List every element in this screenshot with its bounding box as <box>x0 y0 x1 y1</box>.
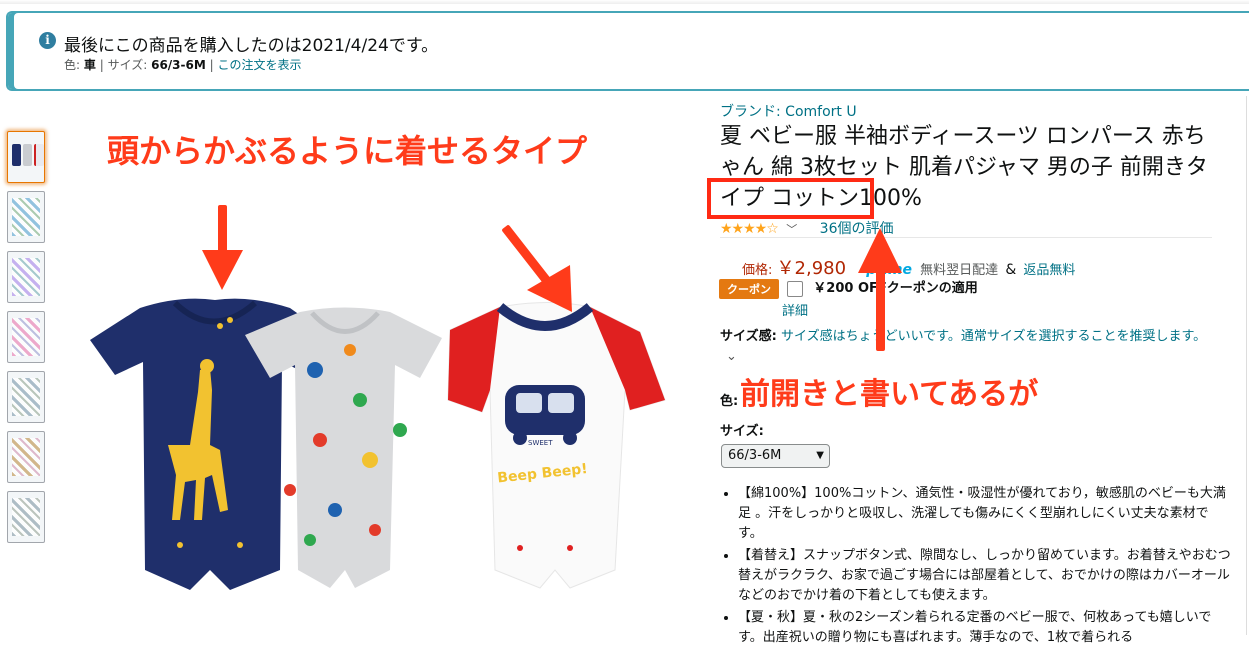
svg-text:SWEET: SWEET <box>528 439 553 447</box>
notice-color-value: 車 <box>83 58 96 72</box>
free-returns-link[interactable]: 返品無料 <box>1023 263 1075 278</box>
feature-bullets: 【綿100%】100%コットン、通気性・吸湿性が優れており，敏感肌のベビーも大満… <box>720 484 1233 650</box>
product-main-image[interactable]: SWEET Beep Beep! <box>50 100 690 635</box>
thumbnail-4[interactable] <box>7 311 45 363</box>
coupon-row: クーポン ￥200 OFFクーポンの適用 <box>719 277 978 299</box>
thumbnail-strip <box>7 131 47 551</box>
thumbnail-3[interactable] <box>7 251 45 303</box>
size-fit-info: サイズ感: サイズ感はちょうどいいです。通常サイズを選択することを推奨します。 … <box>720 327 1210 367</box>
view-order-link[interactable]: この注文を表示 <box>217 58 301 72</box>
coupon-detail-link[interactable]: 詳細 <box>782 300 808 319</box>
info-icon: i <box>39 32 56 49</box>
notice-size-value: 66/3-6M <box>151 58 206 72</box>
feature-bullet: 【夏・秋】夏・秋の2シーズン着られる定番のベビー服で、何枚あっても嬉しいです。出… <box>738 608 1233 648</box>
size-label: サイズ: <box>720 424 764 439</box>
chevron-down-icon[interactable]: ﹀ <box>786 223 797 236</box>
white-bus-romper: SWEET Beep Beep! <box>447 302 666 589</box>
price-label: 価格: <box>742 263 773 278</box>
arrow-down-right <box>502 225 572 312</box>
divider <box>720 237 1212 238</box>
brand-link[interactable]: ブランド: Comfort U <box>720 101 857 121</box>
coupon-checkbox[interactable] <box>787 280 804 297</box>
notice-message: 最後にこの商品を購入したのは2021/4/24です。 <box>64 36 439 56</box>
thumbnail-2[interactable] <box>7 191 45 243</box>
color-label: 色: <box>720 394 739 409</box>
thumbnail-1[interactable] <box>7 131 45 183</box>
delivery-text: 無料翌日配達 <box>920 263 999 278</box>
notice-size-label: サイズ: <box>107 58 148 72</box>
chevron-down-icon: ▼ <box>816 450 824 461</box>
feature-bullet: 【綿100%】100%コットン、通気性・吸湿性が優れており，敏感肌のベビーも大満… <box>738 484 1233 544</box>
thumbnail-6[interactable] <box>7 431 45 483</box>
feature-bullet: 【着替え】スナップボタン式、隙間なし、しっかり留めています。お着替えやおむつ替え… <box>738 546 1233 606</box>
fit-text: サイズ感はちょうどいいです。通常サイズを選択することを推奨します。 <box>780 329 1207 344</box>
thumbnail-7[interactable] <box>7 491 45 543</box>
star-rating-icon[interactable]: ★★★★☆ <box>720 221 779 237</box>
arrow-down-left <box>202 205 243 290</box>
notice-details: 色: 車 | サイズ: 66/3-6M | この注文を表示 <box>64 56 302 73</box>
fit-label: サイズ感: <box>720 329 777 344</box>
chevron-down-icon[interactable]: ⌄ <box>726 349 737 364</box>
thumbnail-5[interactable] <box>7 371 45 423</box>
top-edge <box>0 0 1249 4</box>
panel-edge <box>1246 96 1247 635</box>
size-select-value: 66/3-6M <box>728 448 782 463</box>
coupon-badge: クーポン <box>719 278 779 299</box>
notice-color-label: 色: <box>64 58 81 72</box>
annotation-highlight-box <box>707 178 874 219</box>
price-value: ￥2,980 <box>776 258 847 279</box>
amp-text: & <box>1005 262 1017 278</box>
purchase-notice: i 最後にこの商品を購入したのは2021/4/24です。 色: 車 | サイズ:… <box>6 11 1249 91</box>
notice-divider: | <box>99 58 108 72</box>
annotation-caption-top: 頭からかぶるように着せるタイプ <box>107 132 588 170</box>
annotation-caption-right: 前開きと書いてあるが <box>740 377 1039 412</box>
size-select[interactable]: 66/3-6M ▼ <box>721 444 830 468</box>
arrow-up-annotation <box>858 228 902 351</box>
